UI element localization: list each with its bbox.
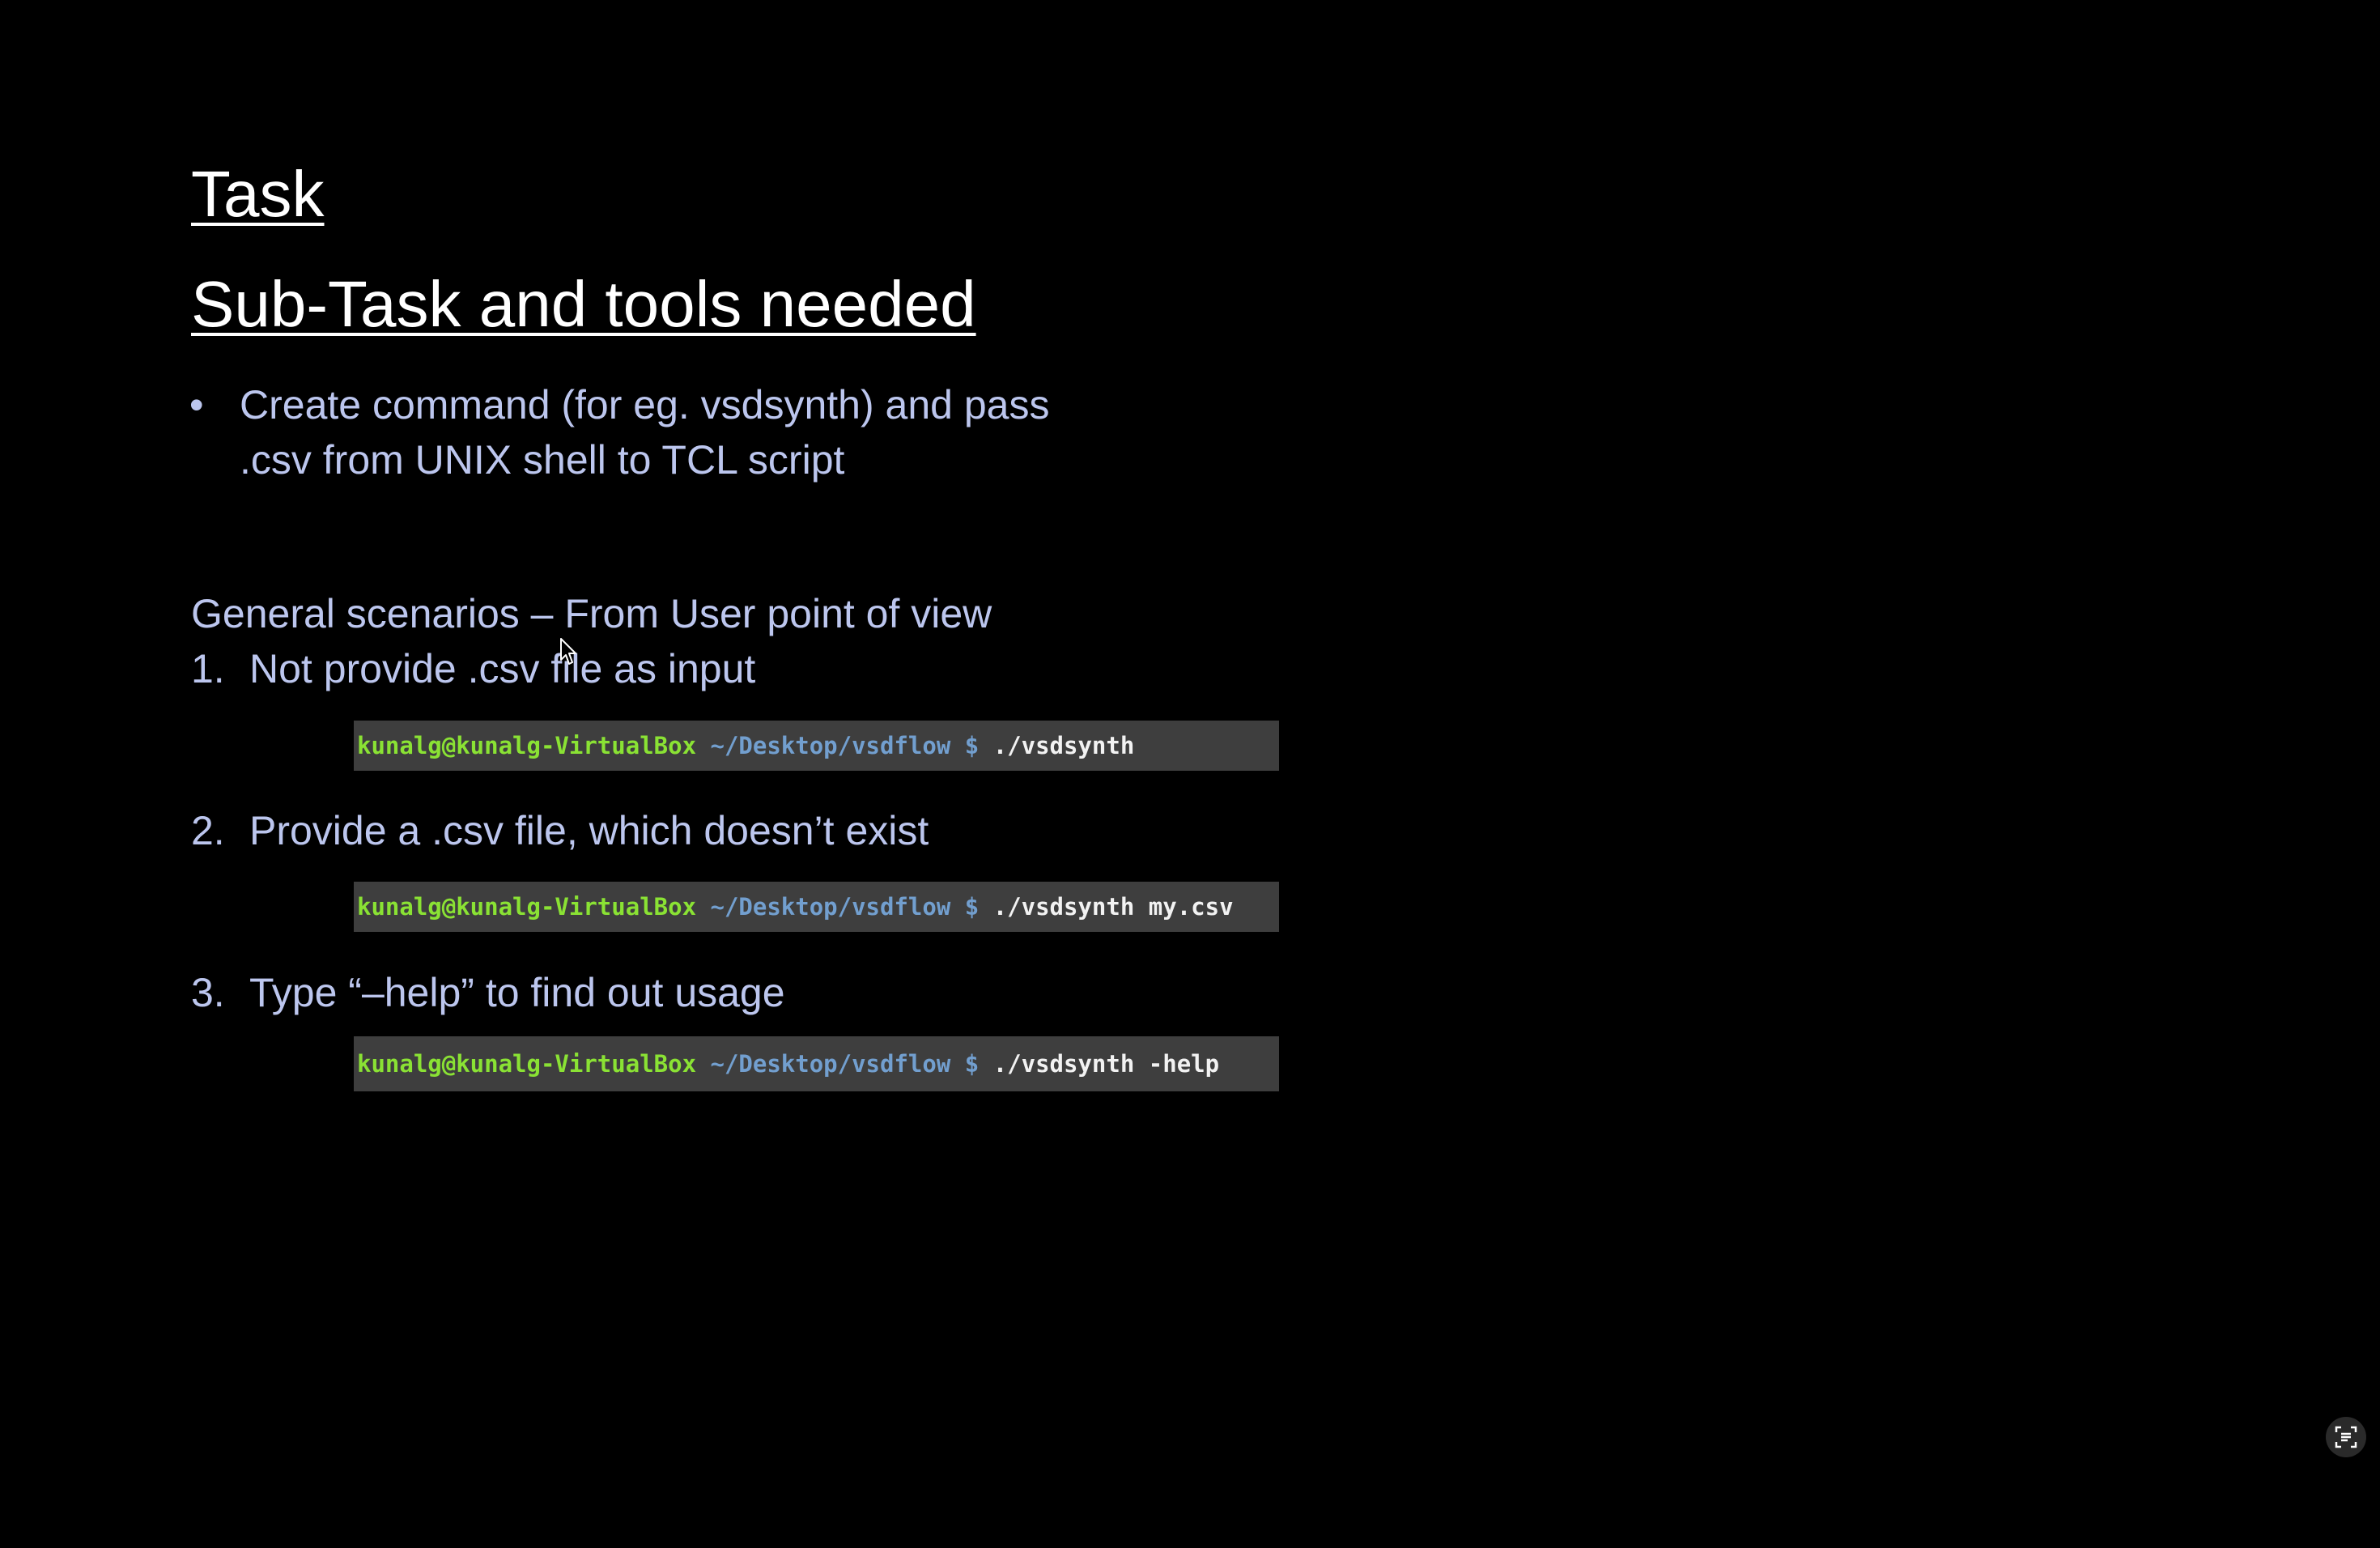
terminal-prompt: $ <box>964 1050 980 1078</box>
terminal-command: ./vsdsynth <box>992 732 1135 759</box>
scenario-text: Type “–help” to find out usage <box>249 970 785 1015</box>
terminal-command-line: kunalg@kunalg-VirtualBox ~/Desktop/vsdfl… <box>354 1036 1279 1091</box>
terminal-path: ~/Desktop/vsdflow <box>710 893 951 921</box>
mouse-pointer-icon <box>560 638 578 666</box>
slide-subtitle: Sub-Task and tools needed <box>191 268 976 340</box>
terminal-prompt: $ <box>964 893 980 921</box>
scenario-text: Not provide .csv file as input <box>249 646 756 691</box>
terminal-user-host: kunalg@kunalg-VirtualBox <box>357 893 697 921</box>
bullet-text-line-2: .csv from UNIX shell to TCL script <box>240 437 845 483</box>
bullet-text-line-1: Create command (for eg. vsdsynth) and pa… <box>240 382 1050 427</box>
terminal-path: ~/Desktop/vsdflow <box>710 1050 951 1078</box>
terminal-command: ./vsdsynth -help <box>992 1050 1220 1078</box>
bullet-mark: • <box>189 382 204 427</box>
terminal-command-line: kunalg@kunalg-VirtualBox ~/Desktop/vsdfl… <box>354 721 1279 771</box>
terminal-prompt: $ <box>964 732 980 759</box>
terminal-command: ./vsdsynth my.csv <box>992 893 1234 921</box>
scenarios-heading: General scenarios – From User point of v… <box>191 591 992 636</box>
text-scan-icon[interactable] <box>2326 1417 2366 1457</box>
terminal-path: ~/Desktop/vsdflow <box>710 732 951 759</box>
scenario-text: Provide a .csv file, which doesn’t exist <box>249 808 929 853</box>
presentation-slide: Task Sub-Task and tools needed • Create … <box>0 0 2380 1548</box>
scenario-number: 2. <box>191 808 225 853</box>
slide-title: Task <box>191 158 325 230</box>
terminal-user-host: kunalg@kunalg-VirtualBox <box>357 1050 697 1078</box>
terminal-command-line: kunalg@kunalg-VirtualBox ~/Desktop/vsdfl… <box>354 882 1279 932</box>
terminal-user-host: kunalg@kunalg-VirtualBox <box>357 732 697 759</box>
scenario-number: 3. <box>191 970 225 1015</box>
scenario-number: 1. <box>191 646 225 691</box>
